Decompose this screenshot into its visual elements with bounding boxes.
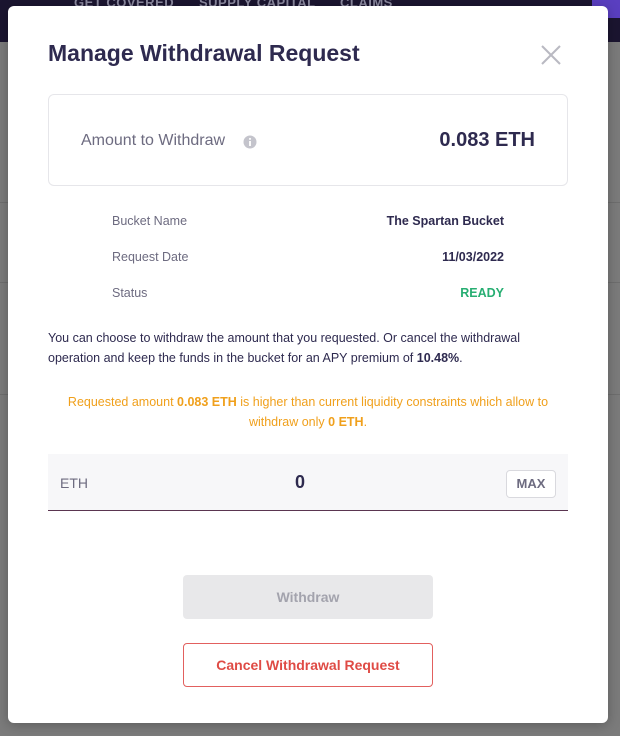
allowed-amount: 0 ETH — [328, 415, 364, 429]
detail-label: Request Date — [112, 250, 189, 264]
close-icon[interactable] — [540, 44, 562, 66]
amount-label: Amount to Withdraw — [81, 132, 226, 149]
eth-amount-input[interactable] — [188, 468, 412, 496]
requested-amount: 0.083 ETH — [177, 395, 237, 409]
detail-row-status: Status READY — [112, 284, 504, 304]
detail-row-bucket-name: Bucket Name The Spartan Bucket — [112, 212, 504, 232]
info-text: You can choose to withdraw the amount th… — [48, 331, 521, 365]
eth-currency-label: ETH — [60, 475, 88, 491]
amount-card: Amount to Withdraw 0.083 ETH — [48, 94, 568, 186]
cancel-withdrawal-button[interactable]: Cancel Withdrawal Request — [183, 643, 433, 687]
liquidity-warning: Requested amount 0.083 ETH is higher tha… — [67, 395, 549, 429]
modal-title: Manage Withdrawal Request — [48, 40, 360, 66]
status-badge: READY — [460, 286, 504, 300]
detail-value: 11/03/2022 — [442, 250, 504, 264]
withdrawal-modal: Manage Withdrawal Request Amount to With… — [8, 6, 608, 723]
apy-value: 10.48% — [416, 351, 460, 365]
detail-row-request-date: Request Date 11/03/2022 — [112, 248, 504, 268]
withdraw-button[interactable]: Withdraw — [183, 575, 433, 619]
info-icon[interactable] — [243, 135, 257, 149]
detail-label: Bucket Name — [112, 214, 188, 228]
max-button[interactable]: MAX — [506, 470, 556, 498]
eth-amount-field: ETH MAX — [48, 454, 568, 511]
detail-label: Status — [112, 286, 148, 300]
amount-value: 0.083 ETH — [439, 129, 535, 151]
detail-value: The Spartan Bucket — [386, 214, 504, 228]
